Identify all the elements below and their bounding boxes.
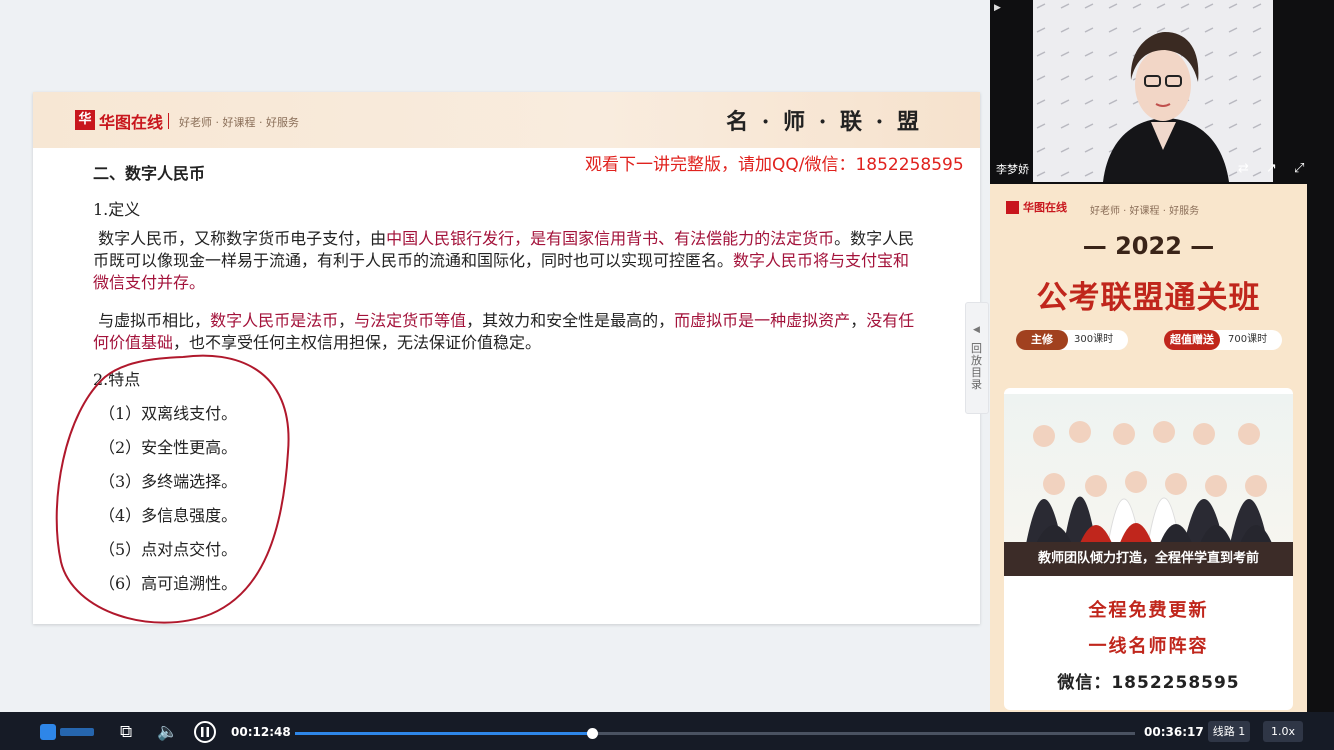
- bonus-hours-pill: 超值赠送 700课时: [1164, 330, 1282, 350]
- ad-year: — 2022 —: [1082, 232, 1215, 260]
- main-hours-pill: 主修 300课时: [1016, 330, 1128, 350]
- ad-feature-teachers: 一线名师阵容: [1088, 636, 1209, 657]
- main-hours-tag: 主修: [1016, 330, 1068, 350]
- current-time: 00:12:48: [231, 725, 291, 739]
- catalog-tab-label: 回放目录: [971, 342, 982, 391]
- swap-icon[interactable]: ⇄: [1238, 161, 1249, 176]
- line-select-button[interactable]: 线路 1: [1208, 721, 1250, 742]
- bonus-hours-value: 700课时: [1228, 334, 1268, 345]
- volume-icon[interactable]: 🔈: [157, 722, 178, 742]
- ad-logo-icon: [1006, 201, 1019, 214]
- ad-wechat: 微信：1852258595: [1057, 673, 1240, 693]
- progress-track[interactable]: [295, 728, 1135, 739]
- popout-icon[interactable]: ↗: [1266, 161, 1277, 176]
- collapse-arrow-icon: ◀: [973, 325, 980, 335]
- ad-brand: 华图在线: [1023, 201, 1067, 214]
- progress-fill: [295, 732, 592, 735]
- teacher-name: 李梦娇: [996, 163, 1029, 176]
- progress-thumb[interactable]: [586, 728, 598, 739]
- player-control-bar: ⧉ 🔈 00:12:48 00:36:17 线路 1 1.0x: [0, 712, 1334, 750]
- ad-title: 公考联盟通关班: [1036, 280, 1261, 316]
- speed-button[interactable]: 1.0x: [1263, 721, 1303, 742]
- main-area: 华 华图在线 好老师 · 好课程 · 好服务 名 · 师 · 联 · 盟 观看下…: [0, 0, 990, 712]
- handwritten-circle-annotation: [55, 354, 290, 624]
- bonus-hours-tag: 超值赠送: [1164, 330, 1220, 350]
- course-ad[interactable]: 华图在线 好老师 · 好课程 · 好服务 — 2022 — 公考联盟通关班 主修…: [990, 184, 1307, 712]
- playback-catalog-tab[interactable]: ◀ 回放目录: [965, 302, 989, 414]
- teacher-video: [1033, 0, 1273, 182]
- ad-photo-panel: 教师团队倾力打造，全程伴学直到考前 全程免费更新 一线名师阵容 微信：18522…: [1004, 388, 1293, 710]
- main-hours-value: 300课时: [1074, 334, 1114, 345]
- player-logo-icon: [40, 724, 94, 740]
- ad-feature-update: 全程免费更新: [1088, 600, 1209, 621]
- panel-toggle-icon[interactable]: ▶: [994, 3, 1001, 13]
- teacher-video-image: [1033, 0, 1273, 182]
- pause-icon[interactable]: [193, 720, 217, 744]
- total-time: 00:36:17: [1144, 725, 1204, 739]
- ad-team-banner: 教师团队倾力打造，全程伴学直到考前: [1004, 542, 1293, 576]
- expand-icon[interactable]: ⤢: [1294, 161, 1304, 176]
- ad-slogan: 好老师 · 好课程 · 好服务: [1090, 206, 1200, 217]
- screenshot-icon[interactable]: ⧉: [120, 722, 132, 742]
- lecture-slide: 华 华图在线 好老师 · 好课程 · 好服务 名 · 师 · 联 · 盟 观看下…: [33, 92, 980, 624]
